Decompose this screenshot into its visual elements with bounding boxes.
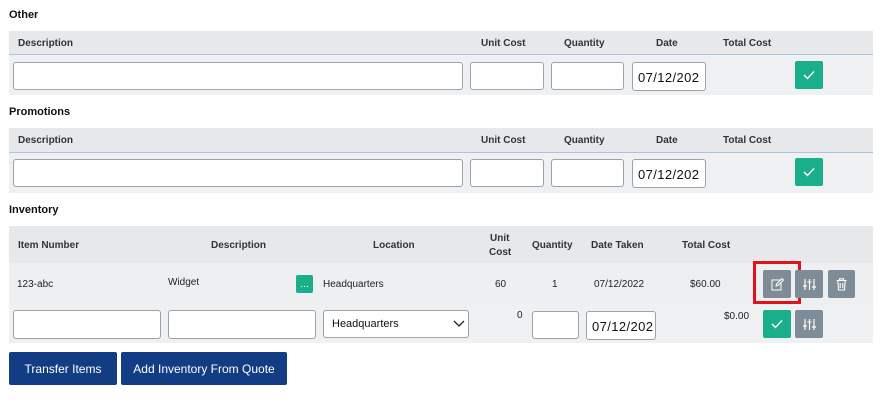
new-item-date-input[interactable]: 07/12/202 [586,311,656,340]
other-header-date: Date [656,38,678,49]
new-item-quantity-input[interactable] [532,311,579,339]
inventory-header-total-cost: Total Cost [682,240,731,251]
promotions-quantity-input[interactable] [551,159,624,187]
inventory-header-location: Location [373,240,415,251]
section-title-inventory: Inventory [9,204,59,216]
browse-label: ... [300,278,309,290]
other-header-quantity: Quantity [564,38,605,49]
section-title-other: Other [9,9,39,21]
trash-icon [836,277,847,291]
item-quantity-cell: 1 [552,279,558,290]
edit-highlight-box [753,261,801,304]
new-item-unit-cost: 0 [517,310,523,321]
inventory-header-unit-cost-line1: Unit [490,233,510,244]
item-total-cost-cell: $60.00 [690,279,721,290]
add-inventory-from-quote-button[interactable]: Add Inventory From Quote [121,352,287,385]
promotions-header-description: Description [18,135,74,146]
sliders-icon [802,278,816,290]
promotions-description-input[interactable] [13,159,463,187]
promotions-header-total-cost: Total Cost [723,135,772,146]
inventory-header-unit-cost-line2: Cost [489,247,512,258]
inventory-header-quantity: Quantity [532,240,573,251]
promotions-save-button[interactable] [795,158,823,186]
item-number-cell: 123-abc [17,279,54,290]
check-icon [803,168,815,177]
item-date-taken-cell: 07/12/2022 [594,279,645,290]
new-item-number-input[interactable] [13,310,161,339]
inventory-header-item-number: Item Number [18,240,80,251]
table-row [9,263,873,304]
transfer-items-button[interactable]: Transfer Items [9,352,117,385]
adjust-item-button[interactable] [795,270,823,298]
other-header-description: Description [18,38,74,49]
new-item-description-input[interactable] [168,310,316,339]
item-unit-cost-cell: 60 [495,279,507,290]
inventory-header-description: Description [211,240,267,251]
item-description-cell: Widget [168,277,200,288]
new-item-total-cost: $0.00 [724,311,750,322]
check-icon [803,71,815,80]
other-header-unit-cost: Unit Cost [481,38,526,49]
other-save-button[interactable] [795,61,823,89]
location-browse-button[interactable]: ... [296,275,313,293]
chevron-down-icon [453,320,465,327]
promotions-header-quantity: Quantity [564,135,605,146]
promotions-unit-cost-input[interactable] [470,159,544,187]
delete-item-button[interactable] [828,270,855,298]
new-item-location-select[interactable]: Headquarters [323,310,469,338]
inventory-header-row [9,226,873,264]
promotions-header-unit-cost: Unit Cost [481,135,526,146]
promotions-header-date: Date [656,135,678,146]
item-location-cell: Headquarters [323,279,384,290]
new-item-adjust-button[interactable] [795,310,823,338]
promotions-date-input[interactable]: 07/12/202 [632,159,706,188]
other-header-total-cost: Total Cost [723,38,772,49]
other-description-input[interactable] [13,62,463,90]
other-date-input[interactable]: 07/12/202 [632,62,706,91]
other-unit-cost-input[interactable] [470,62,544,90]
section-title-promotions: Promotions [9,106,71,118]
sliders-icon [802,318,816,330]
new-item-save-button[interactable] [763,310,791,338]
other-quantity-input[interactable] [551,62,624,90]
check-icon [771,320,783,329]
location-select-value: Headquarters [332,318,399,330]
inventory-header-date-taken: Date Taken [591,240,644,251]
